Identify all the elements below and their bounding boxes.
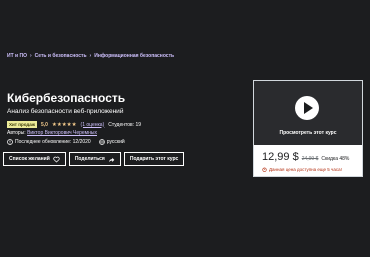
breadcrumb-item-infosec[interactable]: Информационная безопасность: [94, 53, 174, 59]
original-price: 24,99 $: [301, 156, 319, 162]
chevron-right-icon: ›: [89, 53, 92, 59]
share-label: Поделиться: [74, 156, 105, 162]
action-buttons: Список желаний Поделиться Подарить этот …: [3, 152, 185, 166]
last-updated-text: Последнее обновление: 12/2020: [15, 139, 91, 145]
heart-icon: [53, 156, 60, 163]
breadcrumb-item-network[interactable]: Сеть и безопасность: [35, 53, 87, 59]
author-link[interactable]: Виктор Викторович Черемных: [27, 130, 97, 136]
alarm-clock-icon: [262, 167, 267, 172]
share-button[interactable]: Поделиться: [68, 152, 121, 166]
language: русский: [98, 139, 125, 145]
preview-label: Просмотреть этот курс: [279, 130, 337, 136]
chevron-right-icon: ›: [29, 53, 32, 59]
breadcrumb-item-it[interactable]: ИТ и ПО: [7, 53, 27, 59]
star-rating-icon: ★★★★★: [51, 121, 77, 128]
share-arrow-icon: [108, 157, 115, 162]
language-text: русский: [106, 139, 125, 145]
rating-value: 5,0: [40, 121, 48, 128]
price-row: 12,99 $ 24,99 $ Скидка 48%: [262, 151, 349, 163]
price-timer: Данная цена доступна еще 5 часа!: [262, 167, 342, 172]
ratings-count-link[interactable]: (1 оценка): [81, 122, 105, 128]
students-count: Студентов: 19: [108, 121, 142, 128]
play-icon[interactable]: [295, 96, 319, 120]
wishlist-label: Список желаний: [9, 156, 50, 162]
bestseller-badge: Хит продаж: [7, 121, 37, 128]
wishlist-button[interactable]: Список желаний: [3, 152, 66, 166]
authors-label: Авторы:: [7, 130, 26, 136]
course-subtitle: Анализ безопасности веб-приложений: [7, 108, 124, 115]
breadcrumb: ИТ и ПО › Сеть и безопасность › Информац…: [7, 53, 174, 59]
discount-label: Скидка 48%: [321, 156, 350, 162]
course-info: Последнее обновление: 12/2020 русский: [7, 139, 125, 145]
gift-label: Подарить этот курс: [129, 156, 179, 162]
purchase-card: Просмотреть этот курс 12,99 $ 24,99 $ Ск…: [253, 80, 363, 177]
globe-icon: [98, 139, 105, 145]
course-title: Кибербезопасность: [7, 91, 126, 105]
authors-line: Авторы: Виктор Викторович Черемных: [7, 130, 97, 136]
last-updated: Последнее обновление: 12/2020: [7, 139, 91, 145]
course-preview[interactable]: Просмотреть этот курс: [254, 81, 362, 145]
current-price: 12,99 $: [262, 151, 299, 163]
course-meta: Хит продаж 5,0 ★★★★★ (1 оценка) Студенто…: [7, 121, 141, 128]
price-timer-text: Данная цена доступна еще 5 часа!: [269, 167, 342, 172]
alert-badge-icon: [7, 139, 13, 145]
gift-course-button[interactable]: Подарить этот курс: [123, 152, 185, 166]
